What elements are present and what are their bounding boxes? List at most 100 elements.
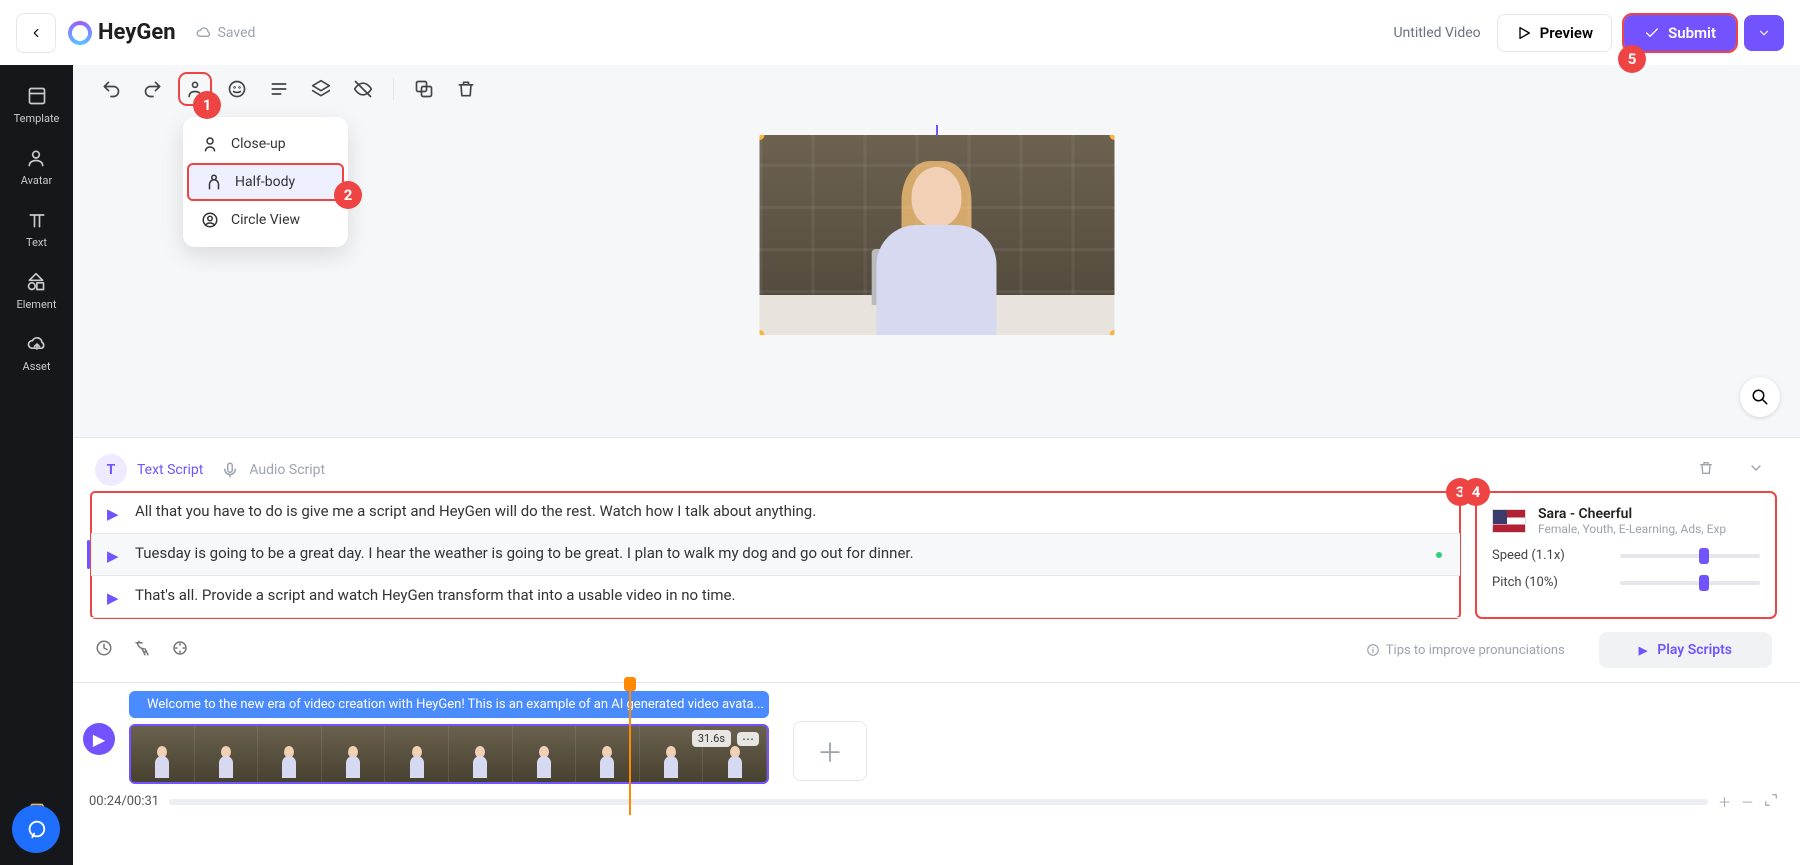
sidebar-item-avatar[interactable]: Avatar bbox=[21, 147, 52, 187]
avatar-view-button[interactable]: 1 bbox=[183, 77, 207, 101]
timeline-panel: ▶ Welcome to the new era of video creati… bbox=[73, 682, 1800, 865]
translate-button[interactable] bbox=[133, 639, 151, 661]
tab-text-script[interactable]: T Text Script bbox=[95, 454, 203, 486]
view-option-closeup[interactable]: Close-up bbox=[183, 125, 348, 163]
copy-icon bbox=[414, 79, 434, 99]
timeline-scrollbar[interactable] bbox=[169, 799, 1708, 805]
visibility-button[interactable] bbox=[351, 77, 375, 101]
script-line[interactable]: ▶ That's all. Provide a script and watch… bbox=[91, 576, 1460, 618]
pitch-slider[interactable] bbox=[1620, 581, 1760, 585]
voice-name[interactable]: Sara - Cheerful bbox=[1538, 506, 1726, 522]
person-half-icon bbox=[205, 173, 223, 191]
submit-button[interactable]: Submit bbox=[1624, 15, 1736, 51]
tab-audio-script[interactable]: Audio Script bbox=[221, 461, 325, 479]
app-header: HeyGen Saved Untitled Video Preview Subm… bbox=[0, 0, 1800, 65]
sidebar-item-asset[interactable]: Asset bbox=[23, 333, 51, 373]
trash-icon bbox=[1698, 460, 1714, 476]
canvas-toolbar: 1 bbox=[99, 77, 478, 101]
resize-handle[interactable] bbox=[1109, 330, 1114, 335]
sidebar: Template Avatar Text Element Asset Prici… bbox=[0, 65, 73, 865]
chevron-down-icon bbox=[1757, 26, 1771, 40]
chat-icon bbox=[25, 818, 47, 840]
script-delete-button[interactable] bbox=[1690, 456, 1722, 484]
align-button[interactable] bbox=[267, 77, 291, 101]
circle-user-icon bbox=[201, 211, 219, 229]
script-collapse-button[interactable] bbox=[1740, 456, 1772, 484]
flag-us-icon bbox=[1492, 509, 1526, 533]
voice-tags: Female, Youth, E-Learning, Ads, Exp bbox=[1538, 522, 1726, 536]
sidebar-item-element[interactable]: Element bbox=[17, 271, 57, 311]
status-dot bbox=[1436, 552, 1442, 558]
callout-5: 5 bbox=[1618, 45, 1646, 73]
pronunciation-tips[interactable]: Tips to improve pronunciations bbox=[1366, 643, 1565, 658]
timer-button[interactable] bbox=[95, 639, 113, 661]
video-frame[interactable] bbox=[759, 135, 1114, 335]
callout-1: 1 bbox=[193, 91, 221, 119]
shapes-icon bbox=[26, 272, 46, 292]
redo-icon bbox=[143, 79, 163, 99]
save-status: Saved bbox=[196, 25, 256, 41]
zoom-button[interactable] bbox=[1740, 377, 1780, 417]
zoom-out-button[interactable]: － bbox=[1741, 792, 1754, 811]
submit-more-button[interactable] bbox=[1744, 15, 1784, 51]
play-line-icon[interactable]: ▶ bbox=[107, 505, 121, 523]
clip-menu-button[interactable]: ⋯ bbox=[737, 732, 759, 746]
callout-2: 2 bbox=[334, 181, 362, 209]
back-button[interactable] bbox=[16, 13, 56, 53]
face-icon bbox=[227, 79, 247, 99]
brand-name: HeyGen bbox=[98, 20, 176, 45]
script-line[interactable]: ▶ All that you have to do is give me a s… bbox=[91, 492, 1460, 534]
play-outline-icon bbox=[1516, 25, 1532, 41]
script-lines: ▶ All that you have to do is give me a s… bbox=[91, 492, 1460, 618]
support-chat-button[interactable] bbox=[12, 805, 60, 853]
avatar-view-dropdown: Close-up Half-body 2 Circle View bbox=[183, 117, 348, 247]
layers-button[interactable] bbox=[309, 77, 333, 101]
zoom-fit-button[interactable] bbox=[1764, 793, 1778, 811]
timeline-time: 00:24/00:31 bbox=[89, 794, 159, 809]
mic-icon bbox=[221, 461, 239, 479]
timeline-playhead[interactable] bbox=[629, 685, 631, 815]
timeline-caption[interactable]: Welcome to the new era of video creation… bbox=[129, 691, 769, 718]
view-option-halfbody[interactable]: Half-body 2 bbox=[187, 163, 344, 201]
timeline-play-button[interactable]: ▶ bbox=[83, 723, 115, 755]
delete-button[interactable] bbox=[454, 77, 478, 101]
magnify-icon bbox=[1751, 388, 1769, 406]
redo-button[interactable] bbox=[141, 77, 165, 101]
resize-handle[interactable] bbox=[1109, 135, 1114, 140]
check-icon bbox=[1644, 25, 1660, 41]
ai-button[interactable] bbox=[171, 639, 189, 661]
logo-icon bbox=[68, 21, 92, 45]
speed-label: Speed (1.1x) bbox=[1492, 548, 1565, 563]
sidebar-item-template[interactable]: Template bbox=[14, 85, 60, 125]
preview-button[interactable]: Preview bbox=[1497, 14, 1612, 52]
play-line-icon[interactable]: ▶ bbox=[107, 589, 121, 607]
cloud-icon bbox=[196, 25, 212, 41]
view-option-circle[interactable]: Circle View bbox=[183, 201, 348, 239]
zoom-in-button[interactable]: ＋ bbox=[1718, 792, 1731, 811]
resize-handle[interactable] bbox=[759, 135, 764, 140]
clip-duration: 31.6s bbox=[692, 730, 731, 747]
canvas-area: 1 Close-up Half-body 2 bbox=[73, 65, 1800, 437]
copy-button[interactable] bbox=[412, 77, 436, 101]
chevron-left-icon bbox=[29, 26, 43, 40]
avatar-icon bbox=[26, 148, 46, 168]
add-clip-button[interactable]: ＋ bbox=[793, 721, 867, 781]
translate-icon bbox=[133, 639, 151, 657]
pitch-label: Pitch (10%) bbox=[1492, 575, 1558, 590]
brand-logo: HeyGen bbox=[68, 20, 176, 45]
avatar-preview bbox=[872, 155, 1002, 335]
speed-slider[interactable] bbox=[1620, 554, 1760, 558]
video-title[interactable]: Untitled Video bbox=[1393, 25, 1480, 41]
clock-icon bbox=[95, 639, 113, 657]
undo-button[interactable] bbox=[99, 77, 123, 101]
text-icon bbox=[27, 210, 47, 230]
play-scripts-button[interactable]: ▶ Play Scripts bbox=[1599, 632, 1772, 668]
play-line-icon[interactable]: ▶ bbox=[107, 547, 121, 565]
script-line[interactable]: ▶ Tuesday is going to be a great day. I … bbox=[91, 534, 1460, 576]
eye-off-icon bbox=[353, 79, 373, 99]
face-button[interactable] bbox=[225, 77, 249, 101]
timeline-clip[interactable]: 1 31.6s ⋯ bbox=[129, 724, 769, 784]
chevron-down-icon bbox=[1748, 460, 1764, 476]
undo-icon bbox=[101, 79, 121, 99]
sidebar-item-text[interactable]: Text bbox=[26, 209, 48, 249]
